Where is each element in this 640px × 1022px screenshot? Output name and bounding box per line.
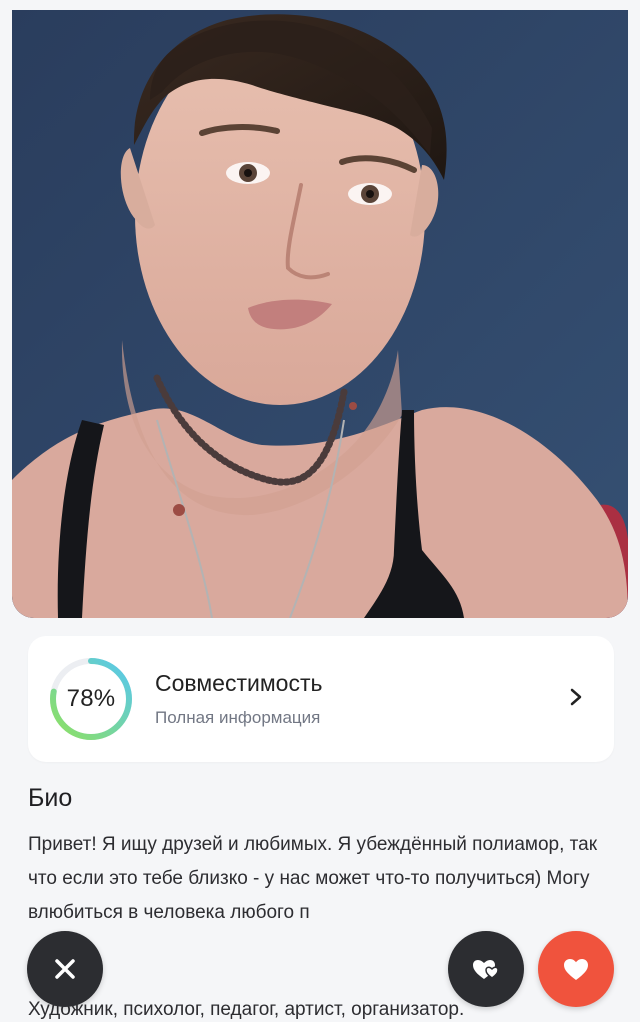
chevron-right-icon[interactable] [566, 685, 586, 709]
compatibility-subtitle: Полная информация [155, 708, 321, 727]
compatibility-percent: 78% [66, 685, 116, 712]
compatibility-gauge: 78% [48, 656, 134, 742]
like-button[interactable] [538, 931, 614, 1007]
profile-photo[interactable] [12, 10, 628, 618]
profile-screen: 78% Совместимость Полная информация Био … [0, 0, 640, 1022]
bio-title: Био [28, 784, 73, 812]
compatibility-title: Совместимость [155, 670, 323, 696]
close-icon [55, 959, 75, 979]
bio-text-secondary: Художник, психолог, педагог, артист, орг… [28, 999, 465, 1020]
heart-icon [564, 959, 588, 980]
compatibility-card[interactable]: 78% Совместимость Полная информация [28, 636, 614, 762]
dislike-button[interactable] [27, 931, 103, 1007]
superlike-button[interactable] [448, 931, 524, 1007]
double-heart-icon [473, 960, 499, 979]
bio-text: Привет! Я ищу друзей и любимых. Я убеждё… [28, 834, 603, 923]
profile-photo-illustration [12, 10, 628, 618]
